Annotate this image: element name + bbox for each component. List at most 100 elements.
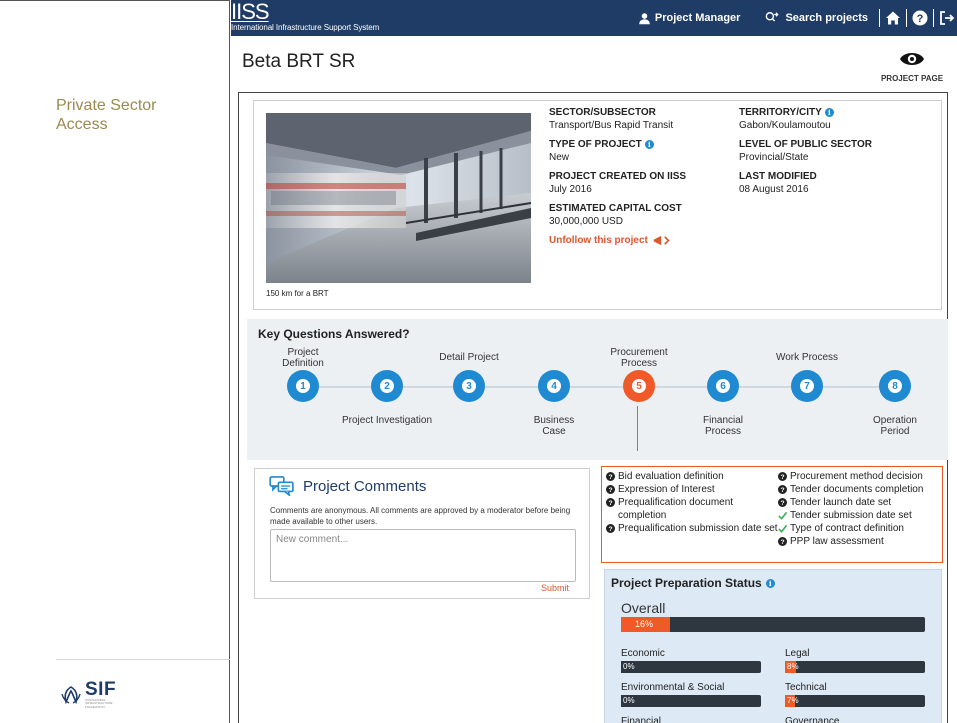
svg-text:?: ?: [780, 487, 784, 494]
question-circle-icon: ?: [778, 537, 787, 546]
sector-label: SECTOR/SUBSECTOR: [549, 107, 656, 118]
megaphone-icon: [653, 235, 670, 246]
checklist-item: ? Tender launch date set: [778, 496, 938, 509]
svg-text:?: ?: [917, 13, 924, 25]
sidebar-top-border: [0, 0, 230, 4]
project-info-card: 150 km for a BRT SECTOR/SUBSECTOR Transp…: [253, 100, 942, 310]
project-comments-box: Project Comments Comments are anonymous.…: [254, 468, 590, 599]
brand-logo: IISS: [231, 0, 270, 24]
svg-text:?: ?: [780, 539, 784, 546]
unfollow-project-link[interactable]: Unfollow this project: [549, 235, 724, 246]
info-icon[interactable]: i: [765, 578, 775, 588]
nav-separator: [906, 9, 907, 27]
checkmark-icon: [778, 511, 787, 520]
project-page-button[interactable]: PROJECT PAGE: [872, 48, 952, 83]
info-icon[interactable]: i: [824, 108, 834, 117]
checklist-item-label: Procurement method decision: [790, 471, 923, 482]
checklist-item: ? Tender documents completion: [778, 483, 938, 496]
project-photo: [266, 113, 531, 283]
top-nav: Project Manager Search projects ?: [638, 9, 955, 27]
submit-comment-button[interactable]: Submit: [541, 583, 569, 593]
project-manager-menu[interactable]: Project Manager: [638, 12, 741, 25]
step-8-button[interactable]: 8: [879, 370, 911, 402]
checklist-item-label: Bid evaluation definition: [618, 471, 724, 482]
step-2-label: Project Investigation: [341, 415, 433, 426]
last-modified-label: LAST MODIFIED: [739, 171, 817, 182]
step-7-button[interactable]: 7: [791, 370, 823, 402]
prep-item-progress-text: 0%: [623, 662, 635, 671]
key-questions-title: Key Questions Answered?: [258, 327, 410, 341]
prep-item-progress-bar: 0%: [621, 661, 761, 673]
photo-caption: 150 km for a BRT: [266, 289, 329, 298]
step-6-label: Financial Process: [702, 415, 744, 437]
question-circle-icon: ?: [606, 524, 615, 533]
page-title: Beta BRT SR: [242, 51, 356, 72]
checklist-item-label: Type of contract definition: [790, 523, 904, 534]
step-1-label: Project Definition: [282, 347, 324, 369]
svg-text:?: ?: [780, 500, 784, 507]
step-2-button[interactable]: 2: [371, 370, 403, 402]
user-icon: [639, 12, 650, 24]
checklist-column-left: ? Bid evaluation definition? Expression of…: [606, 470, 778, 559]
step-number: 2: [380, 379, 394, 393]
search-icon: [766, 12, 780, 22]
prep-status-title-text: Project Preparation Status: [611, 576, 762, 590]
logout-icon[interactable]: [939, 10, 955, 26]
sidebar-footer-divider: [56, 659, 230, 660]
checklist-item: ? Bid evaluation definition: [606, 470, 778, 483]
prep-item-label: Environmental & Social: [621, 682, 725, 693]
overall-progress-text: 16%: [635, 619, 654, 629]
chat-bubbles-icon: [269, 476, 294, 496]
svg-text:?: ?: [608, 487, 612, 494]
prep-item-progress-bar: 7%: [785, 695, 925, 707]
question-circle-icon: ?: [606, 472, 615, 481]
project-info-column-1: SECTOR/SUBSECTOR Transport/Bus Rapid Tra…: [549, 107, 724, 246]
private-sector-access-link[interactable]: Private Sector Access: [56, 96, 196, 134]
project-preparation-status: Project Preparation Status i Overall 16%…: [604, 569, 942, 723]
overall-label: Overall: [621, 600, 666, 616]
sector-value: Transport/Bus Rapid Transit: [549, 120, 674, 131]
prep-item-progress-bar: 0%: [621, 695, 761, 707]
project-manager-label: Project Manager: [654, 12, 741, 24]
unfollow-label: Unfollow this project: [549, 235, 648, 246]
question-circle-icon: ?: [606, 498, 615, 507]
home-icon[interactable]: [885, 10, 901, 26]
step-6-button[interactable]: 6: [707, 370, 739, 402]
checklist-item: ? Expression of Interest: [606, 483, 778, 496]
prep-status-title: Project Preparation Status i: [611, 576, 775, 590]
prep-item-progress-text: 0%: [623, 696, 635, 705]
question-circle-icon: ?: [778, 485, 787, 494]
search-projects-label: Search projects: [785, 12, 868, 24]
prep-item-label: Financial: [621, 716, 662, 723]
eye-icon: [900, 53, 924, 65]
svg-text:?: ?: [780, 474, 784, 481]
public-sector-level-value: Provincial/State: [739, 152, 809, 163]
prep-item-label: Technical: [785, 682, 827, 693]
procurement-checklist: ? Bid evaluation definition? Expression of…: [601, 466, 943, 563]
type-of-project-label: TYPE OF PROJECT i: [549, 139, 724, 150]
step-5-button[interactable]: 5: [623, 370, 655, 402]
prep-item-label: Legal: [785, 648, 810, 659]
info-icon[interactable]: i: [644, 140, 654, 149]
step-number: 6: [716, 379, 730, 393]
step-1-button[interactable]: 1: [287, 370, 319, 402]
territory-label: TERRITORY/CITY i: [739, 107, 929, 118]
nav-separator: [879, 9, 880, 27]
active-step-marker: [637, 406, 638, 451]
capital-cost-label: ESTIMATED CAPITAL COST: [549, 203, 682, 214]
step-4-button[interactable]: 4: [538, 370, 570, 402]
checklist-item-label: PPP law assessment: [790, 536, 884, 547]
public-sector-level-label: LEVEL OF PUBLIC SECTOR: [739, 139, 872, 150]
checklist-item-label: Tender launch date set: [790, 497, 892, 508]
prep-item-label: Economic: [621, 648, 665, 659]
checklist-item-label: Expression of Interest: [618, 484, 715, 495]
iiss-brand[interactable]: IISS International Infrastructure Suppor…: [231, 0, 379, 34]
step-3-button[interactable]: 3: [453, 370, 485, 402]
step-number: 1: [296, 379, 310, 393]
checklist-item-label: Tender submission date set: [790, 510, 912, 521]
search-projects-link[interactable]: Search projects: [764, 11, 868, 25]
help-icon[interactable]: ?: [912, 10, 928, 26]
new-comment-input[interactable]: [270, 529, 576, 582]
checklist-column-right: ? Procurement method decision? Tender docu…: [778, 470, 938, 559]
checklist-item-label: Prequalification document completion: [618, 497, 734, 521]
